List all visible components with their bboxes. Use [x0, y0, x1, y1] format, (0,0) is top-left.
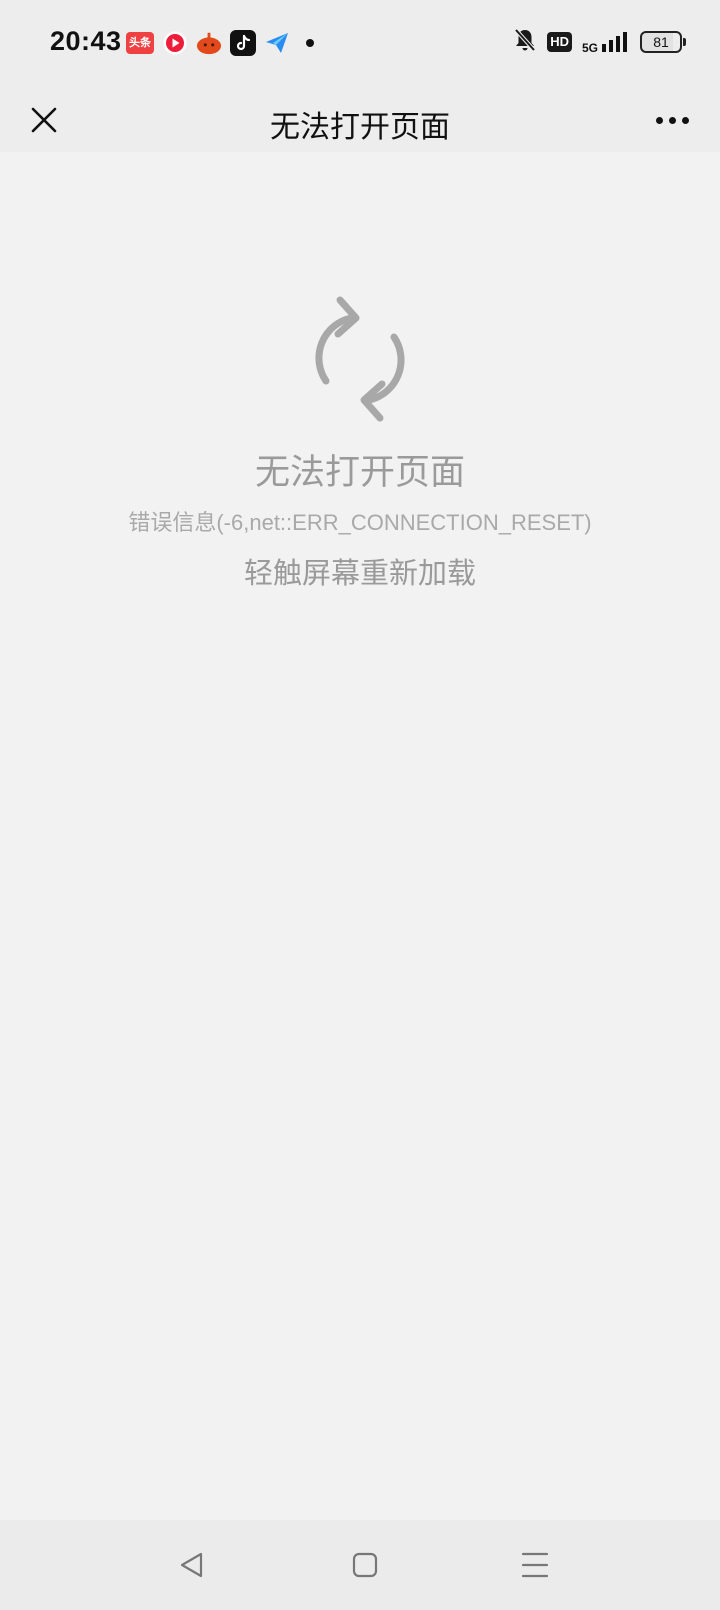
- status-time: 20:43: [50, 26, 122, 56]
- status-bar: 20:43 头条 HD 5G 81: [0, 0, 720, 88]
- more-notifications-dot: [306, 39, 314, 47]
- system-icons: HD 5G 81: [513, 27, 686, 57]
- tiktok-icon: [230, 30, 256, 56]
- battery-icon: 81: [640, 31, 686, 53]
- reload-hint: 轻触屏幕重新加载: [243, 556, 476, 590]
- more-dot: [681, 116, 689, 124]
- more-options-button[interactable]: [644, 94, 700, 146]
- bell-muted-icon: [513, 27, 537, 57]
- paper-plane-icon: [264, 30, 290, 56]
- back-triangle-icon: [180, 1552, 203, 1578]
- reload-area[interactable]: 无法打开页面 错误信息(-6,net::ERR_CONNECTION_RESET…: [0, 152, 720, 1520]
- recents-button[interactable]: [510, 1542, 560, 1588]
- more-dot: [655, 116, 663, 124]
- music-icon: [162, 30, 188, 56]
- network-type-label: 5G: [581, 41, 598, 55]
- back-button[interactable]: [167, 1542, 217, 1588]
- more-dot: [668, 116, 676, 124]
- app-icon: [196, 30, 222, 56]
- toutiao-icon: 头条: [126, 32, 154, 54]
- error-info: 错误信息(-6,net::ERR_CONNECTION_RESET): [128, 510, 592, 535]
- home-square-icon: [352, 1552, 378, 1578]
- notification-icons: 头条: [126, 30, 314, 56]
- battery-level: 81: [653, 34, 669, 50]
- top-bar: 无法打开页面: [0, 88, 720, 152]
- refresh-icon: [315, 296, 405, 422]
- home-button[interactable]: [340, 1542, 390, 1588]
- page-title: 无法打开页面: [270, 110, 450, 145]
- signal-5g-icon: 5G: [582, 30, 630, 54]
- menu-lines-icon: [521, 1552, 549, 1578]
- error-title: 无法打开页面: [254, 453, 465, 493]
- hd-voice-badge: HD: [547, 32, 572, 52]
- navigation-bar: [0, 1520, 720, 1610]
